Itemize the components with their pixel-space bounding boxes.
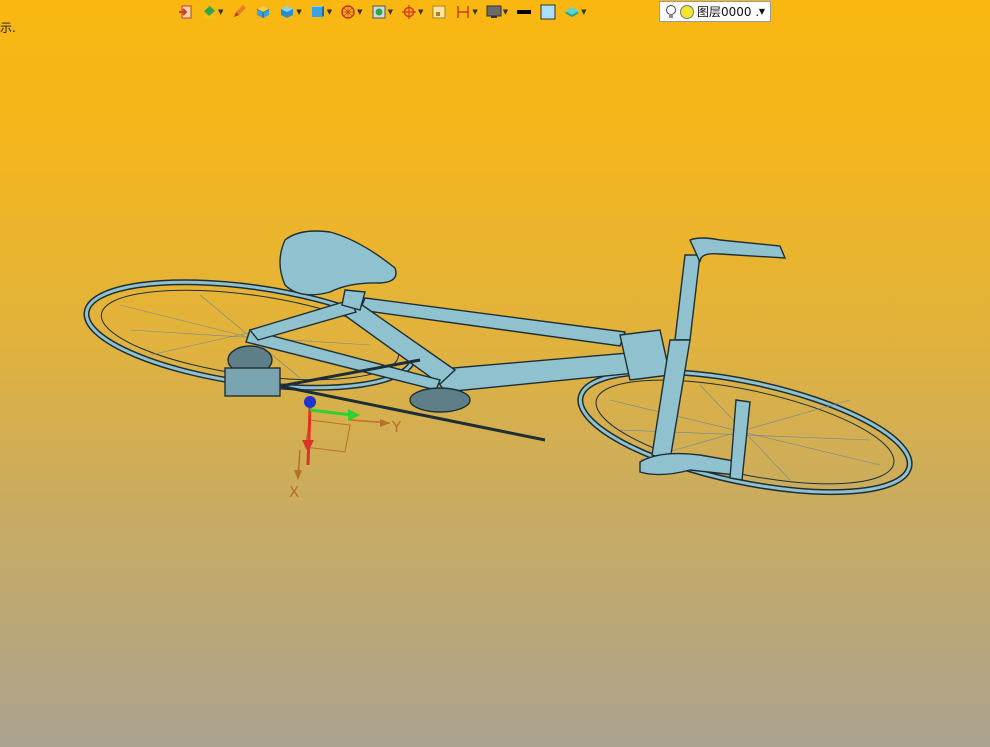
saddle bbox=[279, 230, 397, 311]
3d-viewport[interactable]: Y X bbox=[0, 0, 990, 747]
drivetrain bbox=[224, 345, 546, 442]
coordinate-triad: Y X bbox=[289, 396, 402, 501]
x-axis-label: X bbox=[289, 483, 299, 501]
y-axis-label: Y bbox=[391, 418, 402, 436]
bicycle-model[interactable] bbox=[80, 230, 920, 516]
